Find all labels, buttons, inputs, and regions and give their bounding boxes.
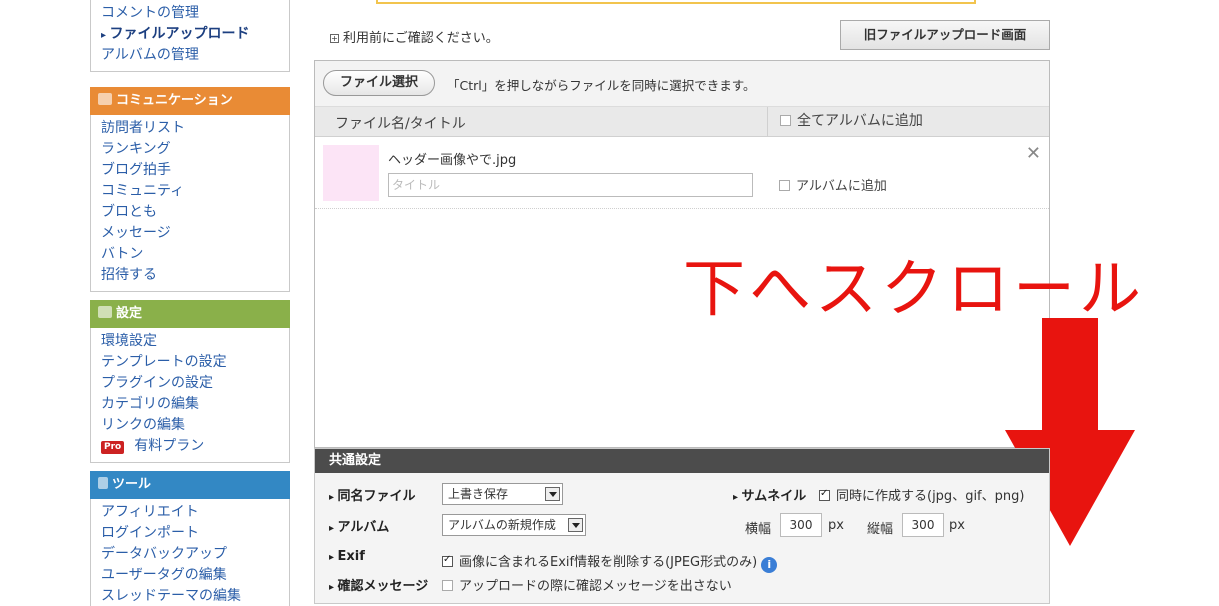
- title-input[interactable]: タイトル: [388, 173, 753, 197]
- sidebar-item-link[interactable]: リンクの編集: [101, 415, 289, 436]
- scroll-down-annotation: 下へスクロール: [683, 252, 1146, 325]
- communication-box: 訪問者リスト ランキング ブログ拍手 コミュニティ ブロとも メッセージ バトン…: [90, 115, 290, 292]
- section-title: コミュニケーション: [116, 93, 233, 108]
- same-name-value: 上書き保存: [448, 487, 509, 501]
- confirm-message-option-label: アップロードの際に確認メッセージを出さない: [459, 579, 732, 594]
- confirm-link-text: 利用前にご確認ください。: [343, 31, 499, 46]
- thumbnail-option[interactable]: 同時に作成する(jpg、gif、png): [819, 485, 1024, 504]
- close-icon[interactable]: ✕: [1026, 143, 1041, 164]
- notice-box: [376, 0, 976, 4]
- width-unit: px: [828, 518, 844, 533]
- confirm-message-checkbox[interactable]: [442, 580, 453, 591]
- people-icon: [98, 93, 112, 105]
- file-thumbnail: [323, 145, 379, 201]
- chevron-down-icon: [545, 487, 560, 501]
- confirm-link[interactable]: + 利用前にご確認ください。: [330, 27, 499, 46]
- sidebar-item-pro-plan[interactable]: Pro 有料プラン: [101, 436, 289, 457]
- width-label: 横幅: [745, 522, 772, 537]
- album-add-checkbox[interactable]: [779, 180, 790, 191]
- common-settings-header: 共通設定: [315, 449, 1049, 473]
- thumbnail-checkbox[interactable]: [819, 488, 830, 501]
- section-title: ツール: [112, 477, 152, 492]
- width-input[interactable]: 300: [780, 513, 822, 537]
- section-communication-header: コミュニケーション: [90, 87, 290, 115]
- confirm-message-option[interactable]: アップロードの際に確認メッセージを出さない: [442, 575, 732, 594]
- exif-checkbox[interactable]: [442, 554, 453, 567]
- sidebar-item-thread-theme[interactable]: スレッドテーマの編集: [101, 586, 289, 606]
- height-input[interactable]: 300: [902, 513, 944, 537]
- upload-toolbar: ファイル選択 「Ctrl」を押しながらファイルを同時に選択できます。: [315, 61, 1049, 107]
- section-settings-header: 設定: [90, 300, 290, 328]
- sidebar-item-baton[interactable]: バトン: [101, 244, 289, 265]
- album-value: アルバムの新規作成: [448, 518, 556, 532]
- sidebar-item-plugin[interactable]: プラグインの設定: [101, 373, 289, 394]
- sidebar-item-backup[interactable]: データバックアップ: [101, 544, 289, 565]
- chevron-down-icon: [568, 518, 583, 532]
- add-all-label: 全てアルバムに追加: [797, 113, 923, 129]
- confirm-message-label: 確認メッセージ: [329, 575, 429, 594]
- section-tools-header: ツール: [90, 471, 290, 499]
- album-add-label: アルバムに追加: [796, 179, 887, 194]
- ctrl-hint: 「Ctrl」を押しながらファイルを同時に選択できます。: [447, 78, 756, 93]
- sidebar-item-file-upload[interactable]: ファイルアップロード: [101, 24, 289, 45]
- sidebar-item-blotomo[interactable]: ブロとも: [101, 202, 289, 223]
- sidebar-item-user-tags[interactable]: ユーザータグの編集: [101, 565, 289, 586]
- exif-label: Exif: [329, 549, 365, 564]
- sidebar-item-env[interactable]: 環境設定: [101, 331, 289, 352]
- sidebar-item-album[interactable]: アルバムの管理: [101, 45, 289, 66]
- file-name: ヘッダー画像やで.jpg: [388, 153, 517, 168]
- old-upload-screen-button[interactable]: 旧ファイルアップロード画面: [840, 20, 1050, 50]
- thumbnail-option-label: 同時に作成する(jpg、gif、png): [836, 489, 1025, 504]
- sidebar-item-category[interactable]: カテゴリの編集: [101, 394, 289, 415]
- album-select[interactable]: アルバムの新規作成: [442, 514, 586, 536]
- exif-option[interactable]: 画像に含まれるExif情報を削除する(JPEG形式のみ)i: [442, 551, 778, 573]
- sidebar-item-community[interactable]: コミュニティ: [101, 181, 289, 202]
- sidebar-item-invite[interactable]: 招待する: [101, 265, 289, 286]
- column-add-all[interactable]: 全てアルバムに追加: [767, 107, 923, 137]
- sidebar-item-visitors[interactable]: 訪問者リスト: [101, 118, 289, 139]
- sidebar-item-affiliate[interactable]: アフィリエイト: [101, 502, 289, 523]
- monitor-icon: [98, 306, 112, 318]
- section-title: 設定: [116, 306, 143, 321]
- blog-menu-list: コメントの管理 ファイルアップロード アルバムの管理: [91, 0, 289, 71]
- column-filename: ファイル名/タイトル: [335, 116, 466, 132]
- tools-list: アフィリエイト ログインポート データバックアップ ユーザータグの編集 スレッド…: [91, 499, 289, 606]
- pro-plan-label: 有料プラン: [134, 438, 205, 454]
- plus-icon: +: [330, 34, 339, 43]
- info-icon[interactable]: i: [761, 557, 778, 573]
- sidebar-item-comments[interactable]: コメントの管理: [101, 3, 289, 24]
- sidebar-item-message[interactable]: メッセージ: [101, 223, 289, 244]
- pro-badge: Pro: [101, 441, 125, 454]
- album-add-option[interactable]: アルバムに追加: [779, 175, 887, 194]
- file-select-button[interactable]: ファイル選択: [323, 70, 436, 96]
- same-name-select[interactable]: 上書き保存: [442, 483, 563, 505]
- height-label: 縦幅: [867, 522, 894, 537]
- sidebar-item-ranking[interactable]: ランキング: [101, 139, 289, 160]
- same-name-label: 同名ファイル: [329, 485, 416, 504]
- album-label: アルバム: [329, 516, 390, 535]
- thumbnail-label: サムネイル: [733, 485, 807, 504]
- height-unit: px: [949, 518, 965, 533]
- tools-box: アフィリエイト ログインポート データバックアップ ユーザータグの編集 スレッド…: [90, 499, 290, 606]
- blog-menu-box: コメントの管理 ファイルアップロード アルバムの管理: [90, 0, 290, 72]
- sidebar: コメントの管理 ファイルアップロード アルバムの管理 コミュニケーション 訪問者…: [90, 0, 290, 606]
- document-icon: [98, 477, 108, 489]
- file-row: ヘッダー画像やで.jpg タイトル アルバムに追加 ✕: [315, 137, 1049, 209]
- communication-list: 訪問者リスト ランキング ブログ拍手 コミュニティ ブロとも メッセージ バトン…: [91, 115, 289, 291]
- settings-list: 環境設定 テンプレートの設定 プラグインの設定 カテゴリの編集 リンクの編集 P…: [91, 328, 289, 462]
- sidebar-item-clap[interactable]: ブログ拍手: [101, 160, 289, 181]
- file-list-header: ファイル名/タイトル 全てアルバムに追加: [315, 107, 1049, 137]
- sidebar-item-log-import[interactable]: ログインポート: [101, 523, 289, 544]
- settings-box: 環境設定 テンプレートの設定 プラグインの設定 カテゴリの編集 リンクの編集 P…: [90, 328, 290, 463]
- common-settings: 共通設定 同名ファイル 上書き保存 アルバム アルバムの新規作成 サムネイル 同…: [314, 448, 1050, 604]
- add-all-checkbox[interactable]: [780, 115, 791, 126]
- sidebar-item-template[interactable]: テンプレートの設定: [101, 352, 289, 373]
- exif-option-label: 画像に含まれるExif情報を削除する(JPEG形式のみ): [459, 555, 758, 570]
